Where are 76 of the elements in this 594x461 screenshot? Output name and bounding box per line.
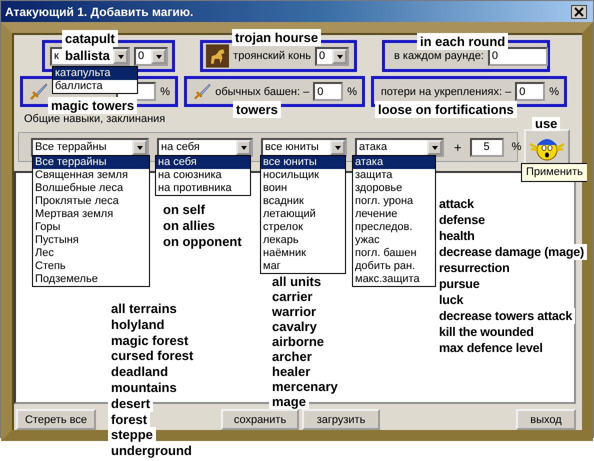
annotation-label: archer — [269, 349, 315, 364]
fortifications-label: потери на укреплениях: – — [380, 86, 512, 98]
annotation-label: steppe — [108, 427, 156, 444]
percent-label: % — [160, 86, 170, 98]
horse-count-dropdown[interactable]: 0 — [315, 46, 349, 66]
dropdown-option[interactable]: наёмник — [261, 247, 345, 260]
trojan-horse-label: троянский конь — [233, 50, 311, 62]
dropdown-option[interactable]: катапульта — [53, 67, 137, 80]
dialog-button[interactable]: выход — [516, 409, 576, 430]
dropdown-option[interactable]: Горы — [33, 221, 149, 234]
dialog-button[interactable]: Стереть все — [16, 409, 96, 430]
sword-icon — [28, 82, 48, 102]
dropdown-option[interactable]: на противника — [156, 182, 250, 195]
each-round-input[interactable]: 0 — [488, 46, 548, 66]
dropdown-option[interactable]: стрелок — [261, 221, 345, 234]
dropdown-option[interactable]: здоровье — [353, 182, 435, 195]
dropdown-option[interactable]: на союзника — [156, 169, 250, 182]
dropdown-option[interactable]: Подземелье — [33, 273, 149, 286]
dropdown-option[interactable]: Волшебные леса — [33, 182, 149, 195]
dropdown-option[interactable]: Степь — [33, 260, 149, 273]
plus-label: + — [454, 140, 462, 154]
section-title: Общие навыки, заклинания — [24, 113, 166, 127]
target-dropdown[interactable]: на себя — [157, 138, 253, 156]
dropdown-option[interactable]: на себя — [156, 156, 250, 169]
dialog-button[interactable]: загрузить — [302, 409, 380, 430]
dropdown-option[interactable]: Пустыня — [33, 234, 149, 247]
weapon-count-dropdown[interactable]: 0 — [134, 46, 168, 66]
percent-label: % — [512, 141, 522, 153]
towers-input[interactable]: 0 — [313, 82, 344, 101]
terrain-dropdown[interactable]: Все террайны — [31, 138, 149, 156]
use-button[interactable] — [524, 129, 570, 165]
annotation-label: in each round — [417, 33, 508, 50]
dropdown-option[interactable]: ужас — [353, 234, 435, 247]
effect-dropdown[interactable]: атака — [355, 138, 444, 156]
dropdown-option[interactable]: всадник — [261, 195, 345, 208]
dropdown-option[interactable]: макс.защита — [353, 273, 435, 286]
dropdown-option[interactable]: атака — [353, 156, 435, 169]
towers-label: обычных башен: – — [215, 86, 310, 98]
fortifications-input[interactable]: 0 — [515, 82, 546, 101]
percent-label: % — [347, 86, 357, 98]
dropdown-option[interactable]: погл. башен — [353, 247, 435, 260]
dropdown-option[interactable]: воин — [261, 182, 345, 195]
window-title: Атакующий 1. Добавить магию. — [5, 4, 194, 18]
dropdown-option[interactable]: носильщик — [261, 169, 345, 182]
dropdown-option[interactable]: лекарь — [261, 234, 345, 247]
dropdown-option[interactable]: Проклятые леса — [33, 195, 149, 208]
units-dropdown[interactable]: все юниты — [261, 138, 347, 156]
tooltip: Применить — [521, 163, 587, 182]
sword-icon — [192, 82, 212, 102]
dropdown-option[interactable]: Лес — [33, 247, 149, 260]
each-round-label: в каждом раунде: — [394, 50, 484, 62]
dropdown-option[interactable]: добить ран. — [353, 260, 435, 273]
close-icon[interactable] — [571, 4, 587, 18]
dropdown-option[interactable]: Священная земля — [33, 169, 149, 182]
dropdown-option[interactable]: летающий — [261, 208, 345, 221]
annotation-label: catapult — [62, 30, 118, 47]
annotation-label: towers — [233, 101, 281, 118]
dialog-button[interactable]: сохранить — [221, 409, 299, 430]
dropdown-option[interactable]: все юниты — [261, 156, 345, 169]
annotation-label: magic towers — [48, 97, 138, 114]
dropdown-option[interactable]: баллиста — [53, 80, 137, 93]
horse-icon — [206, 44, 230, 68]
annotation-label: trojan hourse — [232, 29, 322, 46]
dropdown-option[interactable]: погл. урона — [353, 195, 435, 208]
annotation-label: loose on fortifications — [375, 101, 517, 118]
dropdown-option[interactable]: маг — [261, 260, 345, 273]
dropdown-option[interactable]: защита — [353, 169, 435, 182]
dropdown-option[interactable]: Мертвая земля — [33, 208, 149, 221]
annotation-label: desert — [108, 396, 154, 412]
annotation-label: use — [532, 117, 560, 131]
dropdown-option[interactable]: лечение — [353, 208, 435, 221]
percent-label: % — [549, 86, 559, 98]
dropdown-option[interactable]: Все террайны — [33, 156, 149, 169]
amount-input[interactable]: 5 — [470, 138, 504, 156]
dropdown-option[interactable]: преследов. — [353, 221, 435, 234]
annotation-label: forest — [108, 412, 150, 428]
